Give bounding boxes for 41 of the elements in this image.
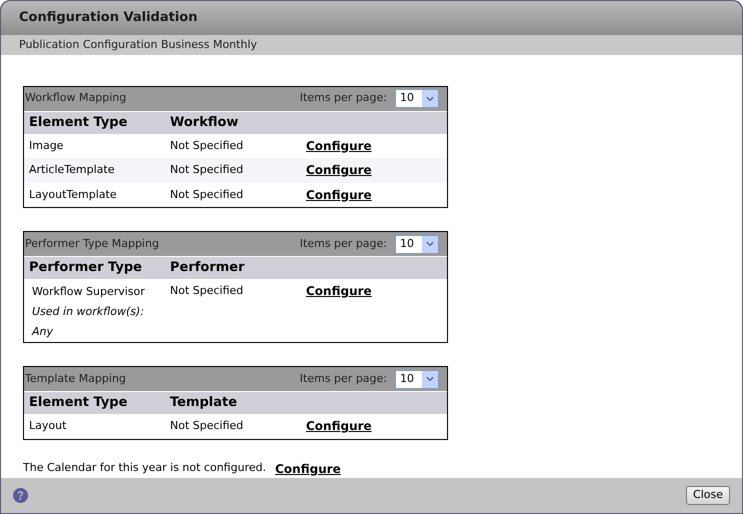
table-cell: Not Specified xyxy=(170,419,244,432)
help-icon[interactable] xyxy=(13,488,28,503)
column-header: Element Type xyxy=(28,394,128,412)
column-header: Performer Type xyxy=(28,259,143,278)
table-cell-text: Workflow Supervisor xyxy=(32,284,146,300)
configure-link[interactable]: Configure xyxy=(306,138,372,153)
column-header: Performer xyxy=(169,259,245,278)
chevron-down-icon xyxy=(422,90,438,108)
table-cell: Not Specified xyxy=(170,188,244,201)
table-cell-text: ArticleTemplate xyxy=(29,162,116,178)
items-per-page-label: Items per page: xyxy=(300,236,387,252)
items-per-page-label: Items per page: xyxy=(300,370,387,387)
configure-link[interactable]: Configure xyxy=(306,419,372,434)
table-cell-text: Layout xyxy=(29,418,68,434)
subtitle: Publication Configuration Business Monthly xyxy=(19,36,258,53)
items-per-page-select[interactable]: 10 xyxy=(395,89,439,108)
calendar-message: The Calendar for this year is not configured. xyxy=(23,460,266,476)
items-per-page-select[interactable]: 10 xyxy=(395,370,439,389)
items-per-page-label: Items per page: xyxy=(300,90,387,106)
table-cell: Not Specified xyxy=(170,163,244,176)
table-cell-note: Any xyxy=(32,324,54,340)
column-header: Template xyxy=(169,394,238,412)
table-cell-note: Used in workflow(s): xyxy=(32,304,146,320)
table-cell: Not Specified xyxy=(170,138,244,152)
close-button[interactable]: Close xyxy=(686,486,730,505)
table-title: Template Mapping xyxy=(25,370,126,387)
table-cell-text: LayoutTemplate xyxy=(29,186,118,203)
configure-link[interactable]: Configure xyxy=(306,284,372,298)
items-per-page-select[interactable]: 10 xyxy=(395,234,439,254)
table-title: Performer Type Mapping xyxy=(25,236,159,252)
table-cell-text: Image xyxy=(29,138,64,154)
window-title: Configuration Validation xyxy=(19,9,198,28)
column-header: Workflow xyxy=(169,114,238,132)
table-cell: Not Specified xyxy=(170,284,244,298)
chevron-down-icon xyxy=(422,236,438,253)
configure-link[interactable]: Configure xyxy=(306,163,372,178)
configure-link[interactable]: Configure xyxy=(306,188,372,202)
column-header: Element Type xyxy=(28,114,128,132)
chevron-down-icon xyxy=(422,370,438,388)
configure-link[interactable]: Configure xyxy=(275,460,341,478)
table-title: Workflow Mapping xyxy=(25,90,126,106)
